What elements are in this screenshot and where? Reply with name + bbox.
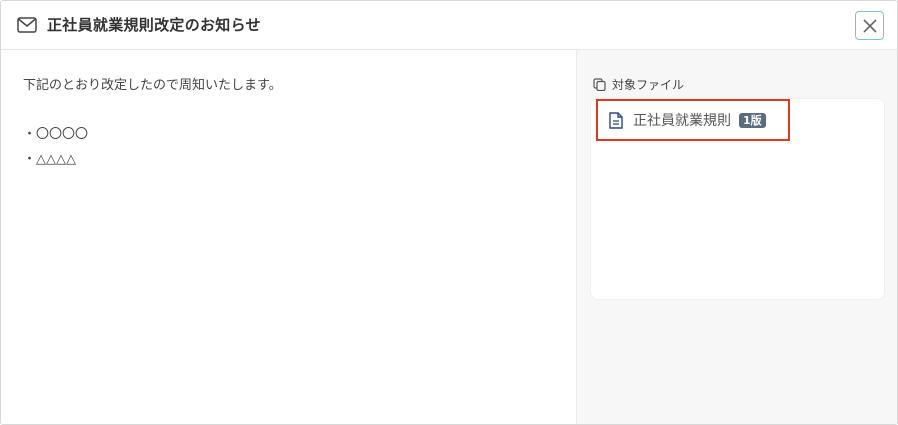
modal-header: 正社員就業規則改定のお知らせ — [1, 1, 897, 50]
message-panel: 下記のとおり改定したので周知いたします。 ・〇〇〇〇 ・△△△△ — [1, 50, 576, 424]
close-button[interactable] — [855, 11, 884, 40]
files-label: 対象ファイル — [612, 78, 685, 92]
list-item: ・△△△△ — [23, 152, 76, 167]
file-name: 正社員就業規則 — [633, 113, 731, 129]
files-panel: 対象ファイル 正社員就業規則 1版 — [576, 50, 897, 424]
mail-icon — [17, 17, 37, 33]
message-body: 下記のとおり改定したので周知いたします。 — [23, 78, 282, 93]
file-list: 正社員就業規則 1版 — [591, 99, 884, 299]
document-icon — [609, 111, 623, 129]
version-badge: 1版 — [739, 112, 766, 128]
files-heading: 対象ファイル — [593, 76, 684, 93]
file-item-selected[interactable]: 正社員就業規則 1版 — [596, 99, 790, 141]
notice-modal: 正社員就業規則改定のお知らせ 下記のとおり改定したので周知いたします。 ・〇〇〇… — [0, 0, 898, 425]
close-icon — [862, 18, 877, 33]
copy-icon — [593, 78, 606, 91]
modal-title: 正社員就業規則改定のお知らせ — [47, 16, 261, 34]
list-item: ・〇〇〇〇 — [23, 127, 89, 142]
